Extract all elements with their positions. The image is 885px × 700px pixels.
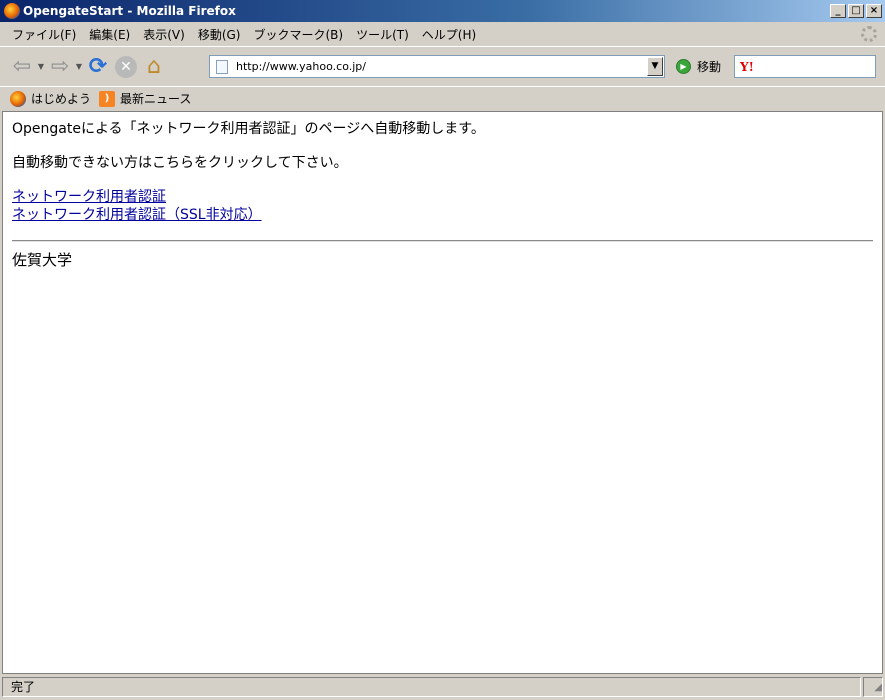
search-box[interactable]: Y! — [734, 55, 876, 78]
menu-view[interactable]: 表示(V) — [137, 26, 191, 43]
firefox-icon — [10, 90, 26, 107]
go-arrow-icon: ▶ — [676, 59, 691, 74]
yahoo-search-engine-icon[interactable]: Y! — [740, 60, 762, 74]
forward-button[interactable]: ⇨ — [46, 53, 74, 81]
back-button[interactable]: ⇦ — [8, 53, 36, 81]
click-instruction: 自動移動できない方はこちらをクリックして下さい。 — [12, 155, 348, 171]
back-dropdown-icon[interactable]: ▼ — [36, 62, 46, 71]
status-text: 完了 — [2, 677, 861, 697]
maximize-button[interactable]: □ — [848, 4, 864, 18]
home-button[interactable]: ⌂ — [140, 53, 168, 81]
menu-bar: ファイル(F) 編集(E) 表示(V) 移動(G) ブックマーク(B) ツール(… — [0, 22, 885, 46]
university-name: 佐賀大学 — [12, 251, 73, 269]
redirect-message: Opengateによる「ネットワーク利用者認証」のページへ自動移動します。 — [12, 121, 485, 137]
close-button[interactable]: × — [866, 4, 882, 18]
forward-dropdown-icon[interactable]: ▼ — [74, 62, 84, 71]
resize-grip-icon[interactable]: ◢ — [863, 677, 883, 697]
stop-icon: ✕ — [115, 55, 137, 78]
network-auth-non-ssl-link[interactable]: ネットワーク利用者認証（SSL非対応） — [12, 206, 873, 224]
menu-bookmarks[interactable]: ブックマーク(B) — [247, 26, 349, 43]
home-icon: ⌂ — [147, 54, 161, 79]
bookmarks-toolbar: はじめよう ) 最新ニュース — [0, 86, 885, 110]
address-bar[interactable]: ▼ — [209, 55, 665, 78]
bookmark-label: はじめよう — [31, 92, 92, 106]
reload-button[interactable]: ⟳ — [84, 53, 112, 81]
url-history-dropdown[interactable]: ▼ — [647, 57, 663, 76]
back-arrow-icon: ⇦ — [12, 54, 32, 79]
url-input[interactable] — [236, 60, 647, 73]
menu-help[interactable]: ヘルプ(H) — [416, 26, 482, 43]
minimize-button[interactable]: _ — [830, 4, 846, 18]
window-controls: _ □ × — [830, 4, 882, 18]
divider — [12, 240, 873, 242]
go-button[interactable]: ▶ 移動 — [676, 58, 721, 75]
search-input[interactable] — [762, 59, 875, 74]
bookmark-getting-started[interactable]: はじめよう — [10, 90, 91, 107]
bookmark-label: 最新ニュース — [120, 92, 192, 106]
menu-go[interactable]: 移動(G) — [192, 26, 247, 43]
stop-button[interactable]: ✕ — [112, 53, 140, 81]
firefox-icon — [4, 3, 20, 19]
title-bar[interactable]: OpengateStart - Mozilla Firefox _ □ × — [0, 0, 885, 22]
menu-file[interactable]: ファイル(F) — [6, 26, 82, 43]
reload-icon: ⟳ — [88, 54, 108, 79]
forward-arrow-icon: ⇨ — [50, 54, 70, 79]
page-icon — [216, 59, 228, 74]
bookmark-latest-news[interactable]: ) 最新ニュース — [99, 90, 191, 107]
throbber-icon — [861, 26, 877, 42]
menu-tools[interactable]: ツール(T) — [350, 26, 415, 43]
status-bar: 完了 ◢ — [2, 676, 883, 698]
page-content: Opengateによる「ネットワーク利用者認証」のページへ自動移動します。 自動… — [2, 111, 883, 674]
go-label: 移動 — [697, 60, 722, 74]
navigation-toolbar: ⇦ ▼ ⇨ ▼ ⟳ ✕ ⌂ ▼ ▶ 移動 Y! — [0, 46, 885, 86]
rss-icon: ) — [99, 90, 116, 107]
window-title: OpengateStart - Mozilla Firefox — [23, 4, 236, 18]
menu-edit[interactable]: 編集(E) — [83, 26, 136, 43]
network-auth-link[interactable]: ネットワーク利用者認証 — [12, 188, 873, 206]
